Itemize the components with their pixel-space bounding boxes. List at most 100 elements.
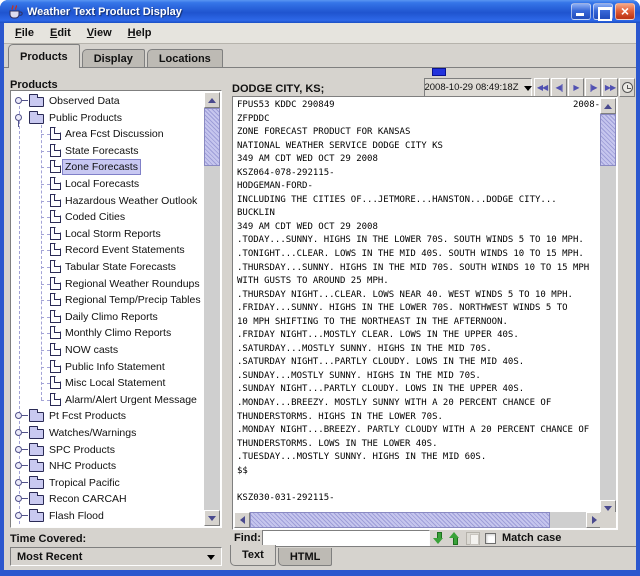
expand-handle-icon[interactable] [15,429,22,436]
text-vertical-scrollbar[interactable] [600,98,616,516]
view-tab-text[interactable]: Text [230,545,276,566]
step-forward-icon: |▶ [589,84,596,92]
tree-item-record-event-statements[interactable]: Record Event Statements [12,242,204,258]
tree-item-recon-carcah[interactable]: Recon CARCAH [12,491,204,507]
tab-locations[interactable]: Locations [147,49,223,67]
tree-item-regional-weather-roundups[interactable]: Regional Weather Roundups [12,276,204,292]
window-title: Weather Text Product Display [27,6,571,18]
loading-progress-indicator [432,68,446,76]
folder-icon [29,462,44,472]
scroll-left-button[interactable] [234,512,250,528]
tree-item-coded-cities[interactable]: Coded Cities [12,209,204,225]
tree-item-label: Zone Forecasts [62,159,141,175]
tree-item-local-forecasts[interactable]: Local Forecasts [12,176,204,192]
tree-item-label: Public Products [49,111,122,125]
expand-handle-icon[interactable] [15,412,22,419]
tree-item-alarm-alert-urgent-message[interactable]: Alarm/Alert Urgent Message [12,392,204,408]
highlight-icon[interactable] [466,532,480,545]
text-horizontal-scrollbar[interactable] [234,512,602,528]
tree-item-watches-warnings[interactable]: Watches/Warnings [12,425,204,441]
tree-item-public-info-statement[interactable]: Public Info Statement [12,359,204,375]
product-text-area[interactable]: FPUS53 KDDC 290849 2008-ZFPDDCZONE FOREC… [232,96,618,530]
tree-item-tropical-pacific[interactable]: Tropical Pacific [12,475,204,491]
tab-display[interactable]: Display [82,49,145,67]
text-line: BUCKLIN [237,207,600,221]
expand-handle-icon[interactable] [15,462,22,469]
time-covered-dropdown[interactable]: Most Recent [10,547,222,566]
scroll-down-button[interactable] [204,510,220,526]
find-next-icon[interactable] [433,531,445,546]
close-button[interactable] [615,3,635,20]
nav-step-backward-button[interactable]: ◀| [551,78,567,97]
nav-skip-backward-button[interactable]: ◀◀ [534,78,550,97]
menu-help[interactable]: Help [121,25,159,41]
tree-item-state-forecasts[interactable]: State Forecasts [12,143,204,159]
tree-item-tabular-state-forecasts[interactable]: Tabular State Forecasts [12,259,204,275]
text-vscrollbar-thumb[interactable] [600,114,616,166]
menu-edit[interactable]: Edit [43,25,78,41]
nav-play-button[interactable]: ▶ [568,78,584,97]
scroll-up-button[interactable] [600,98,616,114]
tree-item-spc-products[interactable]: SPC Products [12,442,204,458]
tree-item-zone-forecasts[interactable]: Zone Forecasts [12,159,204,175]
collapse-handle-icon[interactable] [15,114,22,121]
document-icon [50,310,61,323]
nav-clock-button[interactable] [619,78,635,97]
tree-scrollbar-thumb[interactable] [204,108,220,166]
menu-file[interactable]: File [8,25,41,41]
arrow-up-icon [208,94,216,103]
tab-products[interactable]: Products [8,44,80,68]
text-line: FPUS53 KDDC 290849 2008- [237,99,600,113]
tree-item-hazardous-weather-outlook[interactable]: Hazardous Weather Outlook [12,193,204,209]
expand-handle-icon[interactable] [15,495,22,502]
tree-item-local-storm-reports[interactable]: Local Storm Reports [12,226,204,242]
tree-item-public-products[interactable]: Public Products [12,110,204,126]
title-bar[interactable]: Weather Text Product Display [0,0,640,23]
tree-connector [41,317,50,318]
tree-item-label: Pt Fcst Products [49,409,126,423]
expand-handle-icon[interactable] [15,512,22,519]
menu-view[interactable]: View [80,25,119,41]
tree-item-daily-climo-reports[interactable]: Daily Climo Reports [12,309,204,325]
tree-item-misc-local-statement[interactable]: Misc Local Statement [12,375,204,391]
document-icon [50,177,61,190]
document-icon [50,194,61,207]
view-tab-html[interactable]: HTML [278,548,333,566]
text-line: WITH GUSTS TO AROUND 25 MPH. [237,275,600,289]
scroll-up-button[interactable] [204,92,220,108]
expand-handle-icon[interactable] [15,479,22,486]
tree-item-now-casts[interactable]: NOW casts [12,342,204,358]
time-select-dropdown[interactable]: 2008-10-29 08:49:18Z [424,78,532,97]
tree-item-regional-temp-precip-tables[interactable]: Regional Temp/Precip Tables [12,292,204,308]
tree-item-label: Public Info Statement [65,360,165,374]
tree-item-flash-flood[interactable]: Flash Flood [12,508,204,524]
document-icon [50,360,61,373]
text-line: 349 AM CDT WED OCT 29 2008 [237,221,600,235]
text-line: THUNDERSTORMS. LOWS IN THE LOWER 40S. [237,438,600,452]
tree-connector [41,234,50,235]
document-icon [50,127,61,140]
tree-item-nhc-products[interactable]: NHC Products [12,458,204,474]
text-line: KSZ030-031-292115- [237,492,600,506]
product-text: FPUS53 KDDC 290849 2008-ZFPDDCZONE FOREC… [234,98,600,512]
nav-step-forward-button[interactable]: |▶ [585,78,601,97]
text-hscrollbar-thumb[interactable] [250,512,550,528]
text-line: .MONDAY...BREEZY. MOSTLY SUNNY WITH A 20… [237,397,600,411]
tree-item-observed-data[interactable]: Observed Data [12,93,204,109]
maximize-button[interactable] [593,3,613,20]
tree-item-monthly-climo-reports[interactable]: Monthly Climo Reports [12,325,204,341]
find-previous-icon[interactable] [449,531,461,546]
folder-icon [29,114,44,124]
minimize-button[interactable] [571,3,591,20]
tree-item-label: Watches/Warnings [49,426,136,440]
nav-skip-forward-button[interactable]: ▶▶ [602,78,618,97]
tree-vertical-scrollbar[interactable] [204,92,220,526]
expand-handle-icon[interactable] [15,446,22,453]
tree-item-pt-fcst-products[interactable]: Pt Fcst Products [12,408,204,424]
tree-item-area-fcst-discussion[interactable]: Area Fcst Discussion [12,126,204,142]
tree-item-clipped[interactable] [12,525,204,526]
text-line: .SATURDAY NIGHT...PARTLY CLOUDY. LOWS IN… [237,356,600,370]
match-case-checkbox[interactable] [485,533,496,544]
text-line: .FRIDAY...SUNNY. HIGHS IN THE LOWER 70S.… [237,302,600,316]
expand-handle-icon[interactable] [15,97,22,104]
